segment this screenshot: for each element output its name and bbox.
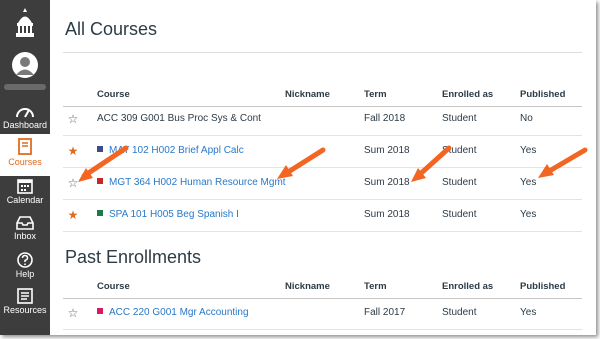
column-header-published[interactable]: Published bbox=[520, 276, 565, 298]
favorite-star-icon[interactable]: ☆ bbox=[66, 167, 80, 199]
course-enrolled-as: Student bbox=[442, 113, 477, 124]
nav-label: Help bbox=[15, 269, 35, 279]
course-color-swatch bbox=[97, 308, 103, 315]
table-row: ☆ MGT 364 H002 Human Resource Mgmt Sum 2… bbox=[63, 167, 582, 200]
course-cell: MAT 102 H002 Brief Appl Calc bbox=[97, 135, 244, 167]
title-divider bbox=[63, 52, 582, 53]
favorite-star-icon[interactable]: ★ bbox=[66, 135, 80, 167]
nav-courses[interactable]: Courses bbox=[0, 134, 50, 176]
course-enrolled-as: Student bbox=[442, 209, 477, 220]
course-link[interactable]: ACC 220 G001 Mgr Accounting bbox=[109, 307, 249, 318]
column-header-enrolled-as[interactable]: Enrolled as bbox=[442, 276, 493, 298]
course-link[interactable]: MGT 364 H002 Human Resource Mgmt bbox=[109, 177, 286, 188]
nav-label: Resources bbox=[3, 305, 47, 315]
table-row: ★ MAT 102 H002 Brief Appl Calc Sum 2018 … bbox=[63, 135, 582, 168]
column-header-course[interactable]: Course bbox=[97, 276, 130, 298]
course-color-swatch bbox=[97, 146, 103, 153]
table-row: ☆ ACC 309 G001 Bus Proc Sys & Cont Fall … bbox=[63, 103, 582, 136]
course-color-swatch bbox=[97, 210, 103, 217]
nav-label: Courses bbox=[8, 157, 42, 167]
account-name-blurred bbox=[4, 84, 46, 90]
help-icon bbox=[17, 252, 33, 268]
table-row: ☆ ACC 220 G001 Mgr Accounting Fall 2017 … bbox=[63, 297, 582, 330]
course-term: Fall 2017 bbox=[364, 307, 406, 318]
course-cell: SPA 101 H005 Beg Spanish I bbox=[97, 199, 239, 231]
user-icon bbox=[16, 57, 34, 75]
course-term: Sum 2018 bbox=[364, 209, 410, 220]
course-published: No bbox=[520, 113, 533, 124]
past-enrollments-title: Past Enrollments bbox=[65, 247, 202, 267]
course-term: Sum 2018 bbox=[364, 145, 410, 156]
course-cell: MGT 364 H002 Human Resource Mgmt bbox=[97, 167, 286, 199]
app-frame: Dashboard Courses Calendar Inbox Help Re… bbox=[0, 0, 596, 335]
course-enrolled-as: Student bbox=[442, 177, 477, 188]
course-name: ACC 309 G001 Bus Proc Sys & Cont bbox=[97, 113, 261, 124]
dashboard-icon bbox=[16, 108, 34, 118]
course-enrolled-as: Student bbox=[442, 145, 477, 156]
course-color-swatch bbox=[97, 178, 103, 185]
course-published: Yes bbox=[520, 209, 537, 220]
nav-label: Inbox bbox=[13, 231, 37, 241]
course-published: Yes bbox=[520, 177, 537, 188]
course-published: Yes bbox=[520, 145, 537, 156]
course-term: Fall 2018 bbox=[364, 113, 406, 124]
nav-label: Dashboard bbox=[2, 120, 48, 130]
column-header-term[interactable]: Term bbox=[364, 276, 387, 298]
account-avatar[interactable] bbox=[12, 52, 38, 78]
course-published: Yes bbox=[520, 307, 537, 318]
course-term: Sum 2018 bbox=[364, 177, 410, 188]
nav-dashboard[interactable]: Dashboard bbox=[0, 100, 50, 137]
inbox-icon bbox=[16, 216, 34, 230]
main-content: All Courses Course Nickname Term Enrolle… bbox=[50, 0, 596, 335]
resources-icon bbox=[17, 288, 33, 304]
column-header-nickname[interactable]: Nickname bbox=[285, 276, 330, 298]
course-cell: ACC 220 G001 Mgr Accounting bbox=[97, 297, 249, 329]
nav-label: Calendar bbox=[6, 195, 44, 205]
global-navigation: Dashboard Courses Calendar Inbox Help Re… bbox=[0, 0, 50, 335]
calendar-icon bbox=[17, 179, 33, 194]
nav-resources[interactable]: Resources bbox=[0, 286, 50, 322]
table-header-row: Course Nickname Term Enrolled as Publish… bbox=[63, 276, 582, 299]
book-icon bbox=[18, 138, 32, 155]
favorite-star-icon[interactable]: ★ bbox=[66, 199, 80, 231]
nav-help[interactable]: Help bbox=[0, 250, 50, 286]
table-row: ★ SPA 101 H005 Beg Spanish I Sum 2018 St… bbox=[63, 199, 582, 232]
page-title: All Courses bbox=[65, 19, 158, 39]
school-logo[interactable] bbox=[13, 6, 37, 40]
nav-calendar[interactable]: Calendar bbox=[0, 176, 50, 212]
course-link[interactable]: MAT 102 H002 Brief Appl Calc bbox=[109, 145, 244, 156]
course-enrolled-as: Student bbox=[442, 307, 477, 318]
favorite-star-icon[interactable]: ☆ bbox=[66, 103, 80, 135]
nav-inbox[interactable]: Inbox bbox=[0, 214, 50, 250]
course-link[interactable]: SPA 101 H005 Beg Spanish I bbox=[109, 209, 239, 220]
favorite-star-icon[interactable]: ☆ bbox=[66, 297, 80, 329]
